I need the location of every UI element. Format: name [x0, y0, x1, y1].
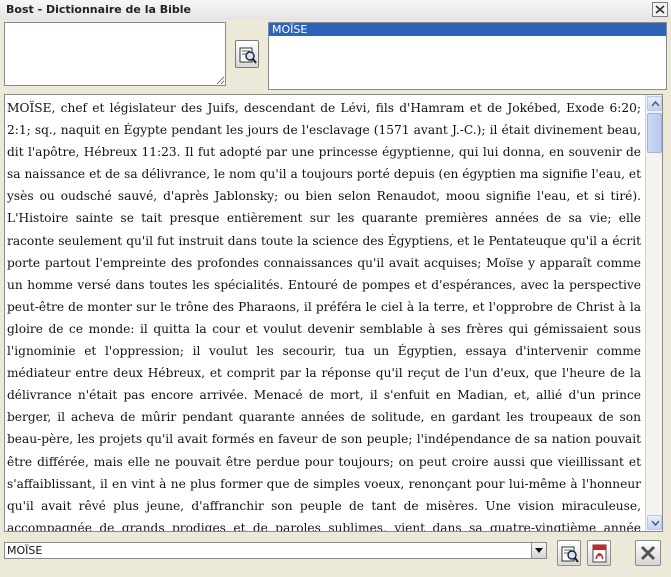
article-text: MOÏSE, chef et législateur des Juifs, de…	[7, 101, 641, 532]
results-list[interactable]: MOÏSE	[268, 22, 667, 90]
close-button[interactable]	[635, 540, 661, 566]
article-view[interactable]: MOÏSE, chef et législateur des Juifs, de…	[4, 94, 663, 532]
search-button[interactable]	[235, 40, 259, 68]
close-icon	[655, 5, 665, 14]
chevron-down-icon	[651, 520, 660, 526]
close-icon	[640, 545, 656, 561]
search-panel: MOÏSE	[0, 20, 671, 92]
search-input[interactable]	[4, 22, 226, 86]
window-close-button[interactable]	[652, 2, 668, 17]
vertical-scrollbar[interactable]	[645, 95, 662, 531]
bottom-toolbar: MOÏSE	[0, 536, 671, 577]
scroll-thumb[interactable]	[647, 113, 662, 153]
entry-combobox[interactable]: MOÏSE	[4, 542, 547, 559]
scroll-up-button[interactable]	[647, 96, 662, 111]
search-book-icon	[239, 47, 257, 64]
title-bar: Bost - Dictionnaire de la Bible	[0, 0, 671, 21]
combobox-dropdown-button[interactable]	[531, 543, 546, 558]
search-book-icon	[561, 546, 579, 563]
window-title: Bost - Dictionnaire de la Bible	[6, 3, 191, 16]
chevron-down-icon	[535, 548, 543, 553]
search-button[interactable]	[557, 540, 581, 566]
result-item[interactable]: MOÏSE	[269, 23, 666, 36]
scroll-down-button[interactable]	[647, 515, 662, 530]
export-pdf-button[interactable]	[587, 540, 611, 566]
combobox-value: MOÏSE	[7, 544, 43, 557]
pdf-icon	[592, 544, 607, 563]
chevron-up-icon	[651, 101, 660, 107]
